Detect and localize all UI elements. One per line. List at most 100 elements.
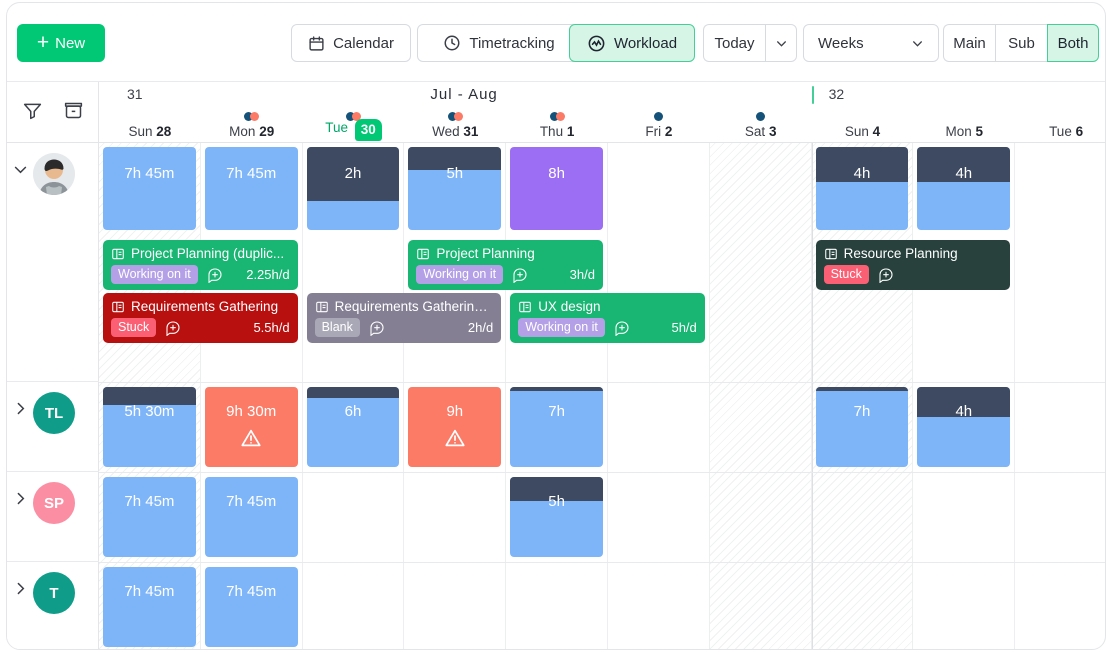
comment-add-icon[interactable] bbox=[878, 267, 894, 283]
chevron-right-icon[interactable] bbox=[7, 572, 33, 597]
workload-block[interactable]: 5h bbox=[510, 477, 603, 557]
day-indicator-dots bbox=[756, 112, 766, 121]
week-number: 32 bbox=[828, 86, 845, 102]
scope-both-button[interactable]: Both bbox=[1047, 24, 1099, 62]
workload-block[interactable]: 9h bbox=[408, 387, 502, 467]
comment-add-icon[interactable] bbox=[512, 267, 528, 283]
chevron-down-icon[interactable] bbox=[7, 153, 33, 178]
task-card-title-text: Project Planning bbox=[436, 246, 535, 261]
archive-icon[interactable] bbox=[63, 100, 84, 126]
timetracking-view-group: Timetracking bbox=[417, 24, 581, 62]
workload-block-hours: 4h bbox=[955, 165, 973, 182]
task-card[interactable]: Project Planning (duplic... Working on it… bbox=[103, 240, 298, 290]
comment-add-icon[interactable] bbox=[165, 320, 181, 336]
workload-block-remaining bbox=[815, 387, 909, 391]
day-label: Mon 29 bbox=[229, 124, 275, 139]
filter-icon[interactable] bbox=[22, 100, 43, 126]
day-header-wed-31[interactable]: Wed 31 bbox=[404, 112, 506, 143]
status-badge[interactable]: Working on it bbox=[416, 265, 504, 284]
workload-block[interactable]: 5h 30m bbox=[103, 387, 196, 467]
day-header-mon-5[interactable]: Mon 5 bbox=[913, 112, 1015, 143]
workload-block[interactable]: 7h 45m bbox=[204, 567, 298, 647]
board-icon bbox=[518, 300, 532, 314]
avatar[interactable]: T bbox=[33, 572, 75, 614]
today-dropdown-button[interactable] bbox=[765, 24, 797, 62]
calendar-icon bbox=[308, 35, 325, 52]
tab-workload[interactable]: Workload bbox=[569, 24, 695, 62]
day-column bbox=[608, 143, 710, 649]
workload-block[interactable]: 7h bbox=[510, 387, 603, 467]
day-column-weekend bbox=[709, 143, 812, 649]
workload-block[interactable]: 7h 45m bbox=[103, 567, 196, 647]
task-card-rate: 2.25h/d bbox=[246, 267, 290, 282]
workload-block-hours: 7h bbox=[853, 403, 871, 420]
indicator-dot-orange bbox=[453, 112, 463, 121]
workload-block[interactable]: 7h 45m bbox=[103, 477, 196, 557]
workload-block[interactable]: 7h 45m bbox=[103, 147, 196, 230]
workload-block-fill bbox=[103, 567, 196, 647]
workload-block[interactable]: 4h bbox=[917, 147, 1011, 230]
avatar[interactable] bbox=[33, 153, 75, 195]
new-button[interactable]: + New bbox=[17, 24, 105, 62]
workload-block[interactable]: 4h bbox=[917, 387, 1011, 467]
task-card-meta: Stuck 5.5h/d bbox=[111, 318, 290, 337]
day-label: Fri 2 bbox=[645, 124, 673, 139]
scope-sub-button[interactable]: Sub bbox=[995, 24, 1047, 62]
row-person-2: TL bbox=[7, 382, 99, 472]
workload-block[interactable]: 8h bbox=[510, 147, 603, 230]
workload-block[interactable]: 5h bbox=[408, 147, 502, 230]
status-badge[interactable]: Working on it bbox=[518, 318, 605, 337]
clock-icon bbox=[443, 34, 461, 52]
workload-block[interactable]: 7h bbox=[815, 387, 909, 467]
board-icon bbox=[111, 247, 125, 261]
day-header-tue-30[interactable]: Tue 30 bbox=[303, 112, 405, 143]
task-card[interactable]: Requirements Gathering ... Blank 2h/d bbox=[306, 293, 502, 343]
day-header-sun-28[interactable]: Sun 28 bbox=[99, 112, 201, 143]
status-badge[interactable]: Working on it bbox=[111, 265, 198, 284]
indicator-dot-orange bbox=[555, 112, 565, 121]
task-card-meta: Stuck bbox=[823, 265, 1003, 284]
row-person-3: SP bbox=[7, 472, 99, 562]
month-range-label: Jul - Aug bbox=[430, 86, 498, 103]
day-header-thu-1[interactable]: Thu 1 bbox=[506, 112, 608, 143]
task-card[interactable]: Project Planning Working on it 3h/d bbox=[408, 240, 603, 290]
chevron-right-icon[interactable] bbox=[7, 482, 33, 507]
status-badge[interactable]: Blank bbox=[314, 318, 360, 337]
workload-block-hours: 7h 45m bbox=[124, 493, 175, 510]
indicator-dot-blue bbox=[756, 112, 766, 121]
chevron-right-icon[interactable] bbox=[7, 392, 33, 417]
workload-block-fill bbox=[510, 387, 603, 467]
task-card-meta: Blank 2h/d bbox=[314, 318, 494, 337]
workload-block[interactable]: 7h 45m bbox=[204, 147, 298, 230]
avatar[interactable]: SP bbox=[33, 482, 75, 524]
comment-add-icon[interactable] bbox=[369, 320, 385, 336]
today-button[interactable]: Today bbox=[703, 24, 765, 62]
task-card-title: Project Planning (duplic... bbox=[111, 245, 290, 262]
task-card-rate: 2h/d bbox=[467, 320, 494, 335]
workload-block[interactable]: 2h bbox=[306, 147, 400, 230]
scope-main-button[interactable]: Main bbox=[943, 24, 995, 62]
day-header-sun-4[interactable]: Sun 4 bbox=[812, 112, 914, 143]
chevron-down-icon bbox=[775, 37, 788, 50]
status-badge[interactable]: Stuck bbox=[823, 265, 869, 284]
day-header-sat-3[interactable]: Sat 3 bbox=[710, 112, 812, 143]
status-badge[interactable]: Stuck bbox=[111, 318, 157, 337]
comment-add-icon[interactable] bbox=[614, 320, 630, 336]
workload-block[interactable]: 6h bbox=[306, 387, 400, 467]
range-select[interactable]: Weeks bbox=[803, 24, 939, 62]
task-card[interactable]: Requirements Gathering Stuck 5.5h/d bbox=[103, 293, 298, 343]
workload-block-fill bbox=[306, 387, 400, 467]
tab-calendar[interactable]: Calendar bbox=[291, 24, 411, 62]
task-card[interactable]: Resource Planning Stuck bbox=[815, 240, 1011, 290]
day-header-mon-29[interactable]: Mon 29 bbox=[201, 112, 303, 143]
workload-block[interactable]: 9h 30m bbox=[204, 387, 298, 467]
comment-add-icon[interactable] bbox=[207, 267, 223, 283]
day-label: Thu 1 bbox=[539, 124, 575, 139]
workload-block[interactable]: 7h 45m bbox=[204, 477, 298, 557]
task-card[interactable]: UX design Working on it 5h/d bbox=[510, 293, 705, 343]
workload-block[interactable]: 4h bbox=[815, 147, 909, 230]
avatar[interactable]: TL bbox=[33, 392, 75, 434]
day-header-fri-2[interactable]: Fri 2 bbox=[608, 112, 710, 143]
day-header-tue-6[interactable]: Tue 6 bbox=[1015, 112, 1105, 143]
tab-timetracking[interactable]: Timetracking bbox=[417, 24, 581, 62]
